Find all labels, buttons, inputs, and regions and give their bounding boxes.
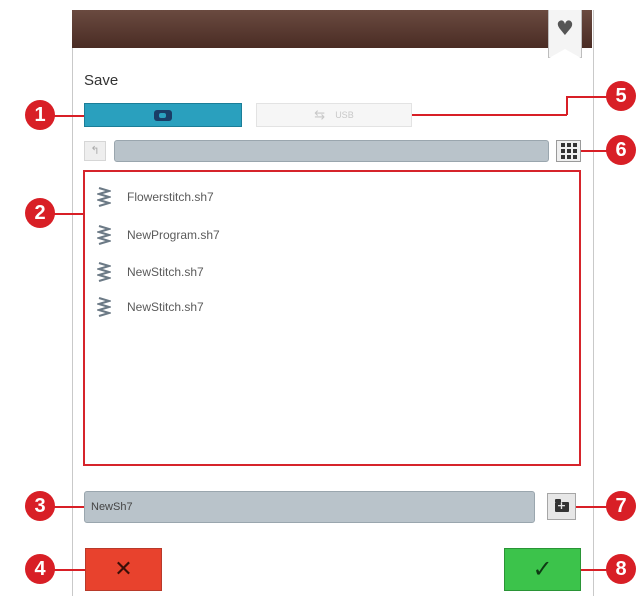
machine-memory-icon [154,109,172,121]
grid-dot [572,143,577,147]
callout-1: 1 [25,100,55,130]
grid-dot [572,155,577,159]
machine-memory-button[interactable] [84,103,242,127]
favorite-tab[interactable]: ♥ [548,10,582,58]
callout-leader-1 [54,115,84,117]
path-bar [114,140,549,162]
callout-6: 6 [606,135,636,165]
callout-5: 5 [606,81,636,111]
bookmark-notch [549,49,581,58]
list-item[interactable]: Flowerstitch.sh7 [97,184,214,210]
usb-label: USB [335,110,354,120]
new-folder-button[interactable] [547,493,576,520]
callout-leader-4 [54,569,85,571]
grid-view-button[interactable] [556,140,581,162]
callout-7: 7 [606,491,636,521]
grid-dot [566,143,571,147]
list-item[interactable]: NewStitch.sh7 [97,294,204,320]
callout-leader-5b [566,96,568,115]
grid-dot [572,149,577,153]
folder-up-button[interactable]: ↰ [84,141,106,161]
callout-leader-5a [412,114,567,116]
confirm-button[interactable]: ✓ [504,548,581,591]
new-folder-icon [554,498,569,513]
callout-leader-5c [566,96,610,98]
callout-leader-7 [576,506,610,508]
grid-dot [566,155,571,159]
file-name: NewProgram.sh7 [127,228,220,242]
stitch-file-icon [97,261,111,283]
file-list[interactable]: Flowerstitch.sh7 NewProgram.sh7 NewStitc… [83,170,581,466]
filename-input[interactable]: NewSh7 [84,491,535,523]
grid-dot [566,149,571,153]
list-item[interactable]: NewProgram.sh7 [97,222,220,248]
file-name: Flowerstitch.sh7 [127,190,214,204]
title-bar [72,10,592,48]
dialog-title: Save [84,72,119,89]
stitch-file-icon [97,224,111,246]
grid-view-icon [560,143,565,147]
list-item[interactable]: NewStitch.sh7 [97,259,204,285]
callout-leader-2 [54,213,83,215]
file-name: NewStitch.sh7 [127,300,204,314]
usb-icon: ⇆ [314,107,326,123]
cancel-button[interactable]: ✕ [85,548,162,591]
callout-8: 8 [606,554,636,584]
stitch-file-icon [97,186,111,208]
callout-2: 2 [25,198,55,228]
stitch-file-icon [97,296,111,318]
callout-3: 3 [25,491,55,521]
callout-4: 4 [25,554,55,584]
file-name: NewStitch.sh7 [127,265,204,279]
callout-leader-3 [54,506,84,508]
heart-icon: ♥ [556,16,574,40]
grid-dot [560,155,565,159]
folder-up-icon: ↰ [90,144,100,157]
grid-dot [560,149,565,153]
usb-button[interactable]: ⇆ USB [256,103,412,127]
